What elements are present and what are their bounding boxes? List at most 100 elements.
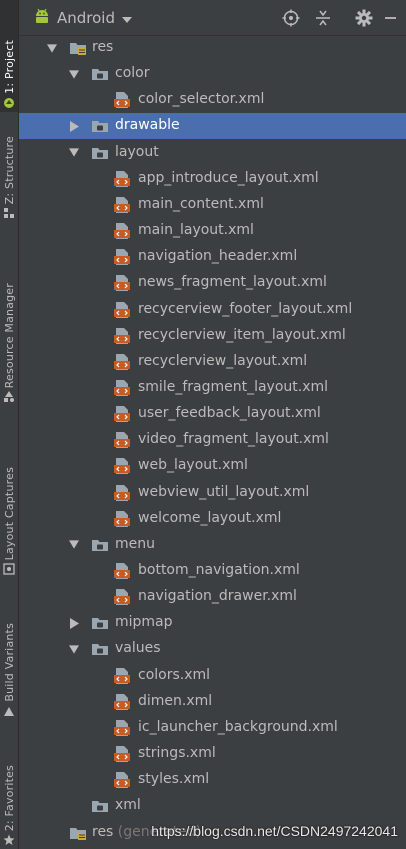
file-item-recyclerview-item-layout[interactable]: recyclerview_item_layout.xml	[19, 323, 406, 349]
xml-file-icon	[113, 91, 131, 109]
file-item-ic-launcher-background[interactable]: ic_launcher_background.xml	[19, 715, 406, 741]
tree-item-name: color	[115, 65, 150, 82]
hide-panel-icon[interactable]	[380, 8, 400, 28]
expand-arrow-right-icon[interactable]	[69, 120, 79, 132]
folder-item-menu[interactable]: menu	[19, 532, 406, 558]
file-item-main-content[interactable]: main_content.xml	[19, 192, 406, 218]
folder-item-mipmap[interactable]: mipmap	[19, 610, 406, 636]
xml-file-icon	[113, 693, 131, 710]
xml-file-icon	[113, 196, 131, 213]
tree-item-label: ic_launcher_background.xml	[138, 719, 338, 735]
file-item-recycerview-footer-layout[interactable]: recycerview_footer_layout.xml	[19, 297, 406, 323]
expand-arrow-down-icon[interactable]	[47, 43, 57, 53]
expand-arrow-down-icon[interactable]	[69, 148, 79, 158]
folder-item-values[interactable]: values	[19, 636, 406, 662]
file-item-strings[interactable]: strings.xml	[19, 741, 406, 767]
tree-item-label: smile_fragment_layout.xml	[138, 379, 328, 395]
file-item-news-fragment-layout[interactable]: news_fragment_layout.xml	[19, 270, 406, 296]
tree-item-label: welcome_layout.xml	[138, 510, 281, 526]
tree-item-name: mipmap	[115, 614, 173, 631]
side-tab-z-structure[interactable]: Z: Structure	[0, 122, 18, 222]
tree-item-name: ic_launcher_background.xml	[138, 718, 338, 735]
tree-item-name: drawable	[115, 117, 180, 134]
tree-item-name: menu	[115, 535, 155, 552]
xml-file-icon	[113, 405, 131, 423]
resource-folder-icon	[69, 40, 87, 56]
tree-item-label: color_selector.xml	[138, 91, 264, 107]
expand-arrow-down-icon[interactable]	[69, 69, 79, 79]
xml-file-icon	[113, 562, 131, 579]
side-tab-label: Layout Captures	[2, 466, 16, 560]
tree-item-name: recyclerview_item_layout.xml	[138, 326, 346, 343]
folder-icon	[91, 641, 109, 657]
file-item-web-layout[interactable]: web_layout.xml	[19, 453, 406, 479]
file-item-user-feedback-layout[interactable]: user_feedback_layout.xml	[19, 401, 406, 427]
folder-item-color[interactable]: color	[19, 61, 406, 87]
file-item-bottom-navigation[interactable]: bottom_navigation.xml	[19, 558, 406, 584]
tree-item-name: video_fragment_layout.xml	[138, 431, 329, 448]
side-tab-2-favorites[interactable]: 2: Favorites	[0, 748, 18, 849]
xml-file-icon	[113, 667, 131, 684]
file-item-navigation-drawer[interactable]: navigation_drawer.xml	[19, 584, 406, 610]
file-item-colors[interactable]: colors.xml	[19, 663, 406, 689]
file-item-smile-fragment-layout[interactable]: smile_fragment_layout.xml	[19, 375, 406, 401]
file-item-welcome-layout[interactable]: welcome_layout.xml	[19, 506, 406, 532]
tree-item-label: menu	[115, 536, 155, 552]
folder-icon	[91, 537, 109, 553]
file-item-video-fragment-layout[interactable]: video_fragment_layout.xml	[19, 427, 406, 453]
tree-item-label: dimen.xml	[138, 693, 212, 709]
side-tab-build-variants[interactable]: Build Variants	[0, 610, 18, 720]
file-item-navigation-header[interactable]: navigation_header.xml	[19, 244, 406, 270]
tree-item-name: web_layout.xml	[138, 457, 248, 474]
tree-item-name: res	[92, 823, 114, 840]
file-item-styles[interactable]: styles.xml	[19, 767, 406, 793]
side-tab-label: Z: Structure	[2, 135, 16, 204]
xml-file-icon	[113, 431, 131, 449]
side-tab-label: Resource Manager	[2, 282, 16, 388]
tree-item-name: values	[115, 640, 161, 657]
tree-item-label: drawable	[115, 117, 180, 133]
tree-item-label: values	[115, 640, 161, 656]
tree-item-name: user_feedback_layout.xml	[138, 405, 321, 422]
project-view-selector[interactable]: Android	[33, 7, 133, 29]
layout-capture-icon	[3, 563, 15, 575]
xml-file-icon	[113, 510, 131, 527]
tree-item-label: webview_util_layout.xml	[138, 484, 309, 500]
expand-arrow-down-icon[interactable]	[69, 540, 79, 550]
folder-item-drawable[interactable]: drawable	[19, 113, 406, 140]
expand-arrow-right-icon[interactable]	[69, 617, 79, 629]
tree-item-name: main_layout.xml	[138, 222, 254, 239]
folder-item-layout[interactable]: layout	[19, 140, 406, 166]
file-item-color-selector[interactable]: color_selector.xml	[19, 87, 406, 113]
xml-file-icon	[113, 588, 131, 606]
tree-item-label: layout	[115, 144, 159, 160]
side-tab-1-project[interactable]: 1: Project	[0, 0, 18, 112]
folder-item-xml[interactable]: xml	[19, 793, 406, 819]
file-item-webview-util-layout[interactable]: webview_util_layout.xml	[19, 480, 406, 506]
gear-icon[interactable]	[354, 8, 374, 28]
side-tab-label: 1: Project	[2, 40, 16, 94]
build-variants-icon	[3, 705, 15, 717]
side-tab-resource-manager[interactable]: Resource Manager	[0, 258, 18, 406]
watermark: https://blog.csdn.net/CSDN2497242041	[151, 823, 398, 839]
project-tree: res color color_selector.xml drawable layout…	[19, 36, 406, 849]
file-item-recyclerview-layout[interactable]: recyclerview_layout.xml	[19, 349, 406, 375]
tree-item-name: styles.xml	[138, 771, 210, 788]
collapse-all-icon[interactable]	[313, 8, 333, 28]
tree-item-name: webview_util_layout.xml	[138, 483, 310, 500]
tree-item-label: strings.xml	[138, 745, 216, 761]
folder-icon	[91, 145, 109, 161]
tree-item-name: navigation_drawer.xml	[138, 588, 297, 605]
file-item-dimen[interactable]: dimen.xml	[19, 689, 406, 715]
side-tab-layout-captures[interactable]: Layout Captures	[0, 448, 18, 578]
tree-item-label: bottom_navigation.xml	[138, 562, 300, 578]
file-item-app-introduce-layout[interactable]: app_introduce_layout.xml	[19, 166, 406, 192]
locate-target-icon[interactable]	[281, 8, 301, 28]
tree-item-label: styles.xml	[138, 771, 209, 787]
tree-item-label: color	[115, 65, 149, 81]
tree-item-label: xml	[115, 797, 141, 813]
folder-item-res[interactable]: res	[19, 35, 406, 61]
expand-arrow-down-icon[interactable]	[69, 644, 79, 654]
file-item-main-layout[interactable]: main_layout.xml	[19, 218, 406, 244]
tree-item-label: main_content.xml	[138, 196, 264, 212]
